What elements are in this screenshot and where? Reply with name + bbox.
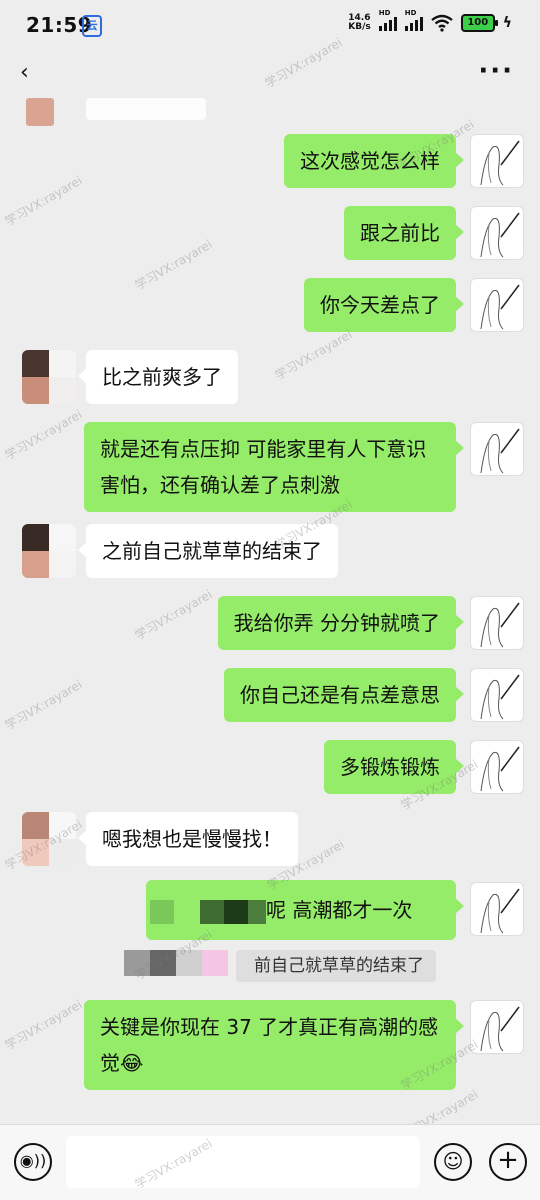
- avatar[interactable]: [470, 740, 524, 794]
- watermark: 学习VX:rayarei: [2, 173, 85, 229]
- watermark: 学习VX:rayarei: [132, 587, 215, 643]
- avatar[interactable]: [470, 882, 524, 936]
- input-bar: ◉)) ☺ + 学习VX:rayarei: [0, 1124, 540, 1200]
- avatar[interactable]: [470, 1000, 524, 1054]
- back-button[interactable]: ‹: [20, 60, 29, 85]
- message-bubble[interactable]: 我给你弄 分分钟就喷了: [217, 596, 465, 650]
- avatar-sketch-icon: [480, 746, 520, 792]
- message-bubble[interactable]: 嗯我想也是慢慢找！: [78, 812, 298, 866]
- emoji-button[interactable]: ☺: [434, 1143, 472, 1181]
- chat-area[interactable]: 这次感觉怎么样 跟之前比 你今天差点了 比之前爽多了 就是还有点压抑 可能家里有…: [0, 35, 540, 1143]
- message-text: 呢 高潮都才一次: [266, 898, 413, 922]
- watermark: 学习VX:rayarei: [2, 997, 85, 1053]
- avatar-sketch-icon: [480, 602, 520, 648]
- signal-icon: HD: [378, 9, 397, 31]
- message-bubble[interactable]: 关键是你现在 37 了才真正有高潮的感觉😂: [84, 1000, 464, 1090]
- avatar-sketch-icon: [480, 888, 520, 934]
- blurred-message: [86, 98, 206, 120]
- avatar-sketch-icon: [480, 674, 520, 720]
- message-bubble[interactable]: 多锻炼锻炼: [324, 740, 464, 794]
- message-bubble[interactable]: 跟之前比: [344, 206, 464, 260]
- charging-icon: ϟ: [502, 15, 512, 31]
- avatar[interactable]: [22, 812, 76, 866]
- chat-header: ‹ ···: [0, 50, 540, 96]
- watermark: 学习VX:rayarei: [132, 237, 215, 293]
- avatar[interactable]: [26, 98, 54, 126]
- wifi-icon: [431, 14, 453, 32]
- message-bubble[interactable]: 之前自己就草草的结束了: [78, 524, 338, 578]
- voice-input-button[interactable]: ◉)): [14, 1143, 52, 1181]
- avatar[interactable]: [470, 596, 524, 650]
- message-bubble[interactable]: 就是还有点压抑 可能家里有人下意识害怕，还有确认差了点刺激: [84, 422, 464, 512]
- watermark: 学习VX:rayarei: [2, 677, 85, 733]
- avatar-sketch-icon: [480, 1006, 520, 1052]
- message-bubble[interactable]: 你今天差点了: [304, 278, 464, 332]
- message-input[interactable]: [66, 1136, 420, 1188]
- avatar[interactable]: [470, 422, 524, 476]
- signal-hd-label: HD: [378, 9, 391, 17]
- message-bubble[interactable]: 这次感觉怎么样: [284, 134, 464, 188]
- signal-icon-2: HD: [404, 9, 423, 31]
- avatar[interactable]: [22, 524, 76, 578]
- signal-hd-label-2: HD: [404, 9, 417, 17]
- app-badge-icon: 云: [82, 15, 102, 37]
- more-actions-button[interactable]: +: [489, 1143, 527, 1181]
- status-right: 14.6 KB/s HD HD 100 ϟ: [348, 9, 512, 32]
- net-speed-unit: KB/s: [348, 22, 371, 32]
- quoted-message[interactable]: 前自己就草草的结束了: [236, 950, 436, 982]
- avatar-sketch-icon: [480, 212, 520, 258]
- more-options-button[interactable]: ···: [478, 56, 514, 86]
- avatar-sketch-icon: [480, 284, 520, 330]
- watermark: 学习VX:rayarei: [2, 407, 85, 463]
- avatar[interactable]: [470, 668, 524, 722]
- avatar[interactable]: [470, 278, 524, 332]
- battery-icon: 100: [460, 14, 498, 32]
- blurred-quote-prefix: [124, 950, 236, 976]
- message-bubble[interactable]: 你自己还是有点差意思: [224, 668, 464, 722]
- avatar[interactable]: [22, 350, 76, 404]
- net-speed: 14.6 KB/s: [348, 14, 370, 32]
- avatar-sketch-icon: [480, 428, 520, 474]
- avatar[interactable]: [470, 206, 524, 260]
- watermark: 学习VX:rayarei: [272, 327, 355, 383]
- blurred-text: [150, 896, 270, 926]
- avatar-sketch-icon: [480, 140, 520, 186]
- message-bubble[interactable]: 比之前爽多了: [78, 350, 238, 404]
- status-bar: 21:59 云 14.6 KB/s HD HD 100 ϟ: [0, 0, 540, 50]
- avatar[interactable]: [470, 134, 524, 188]
